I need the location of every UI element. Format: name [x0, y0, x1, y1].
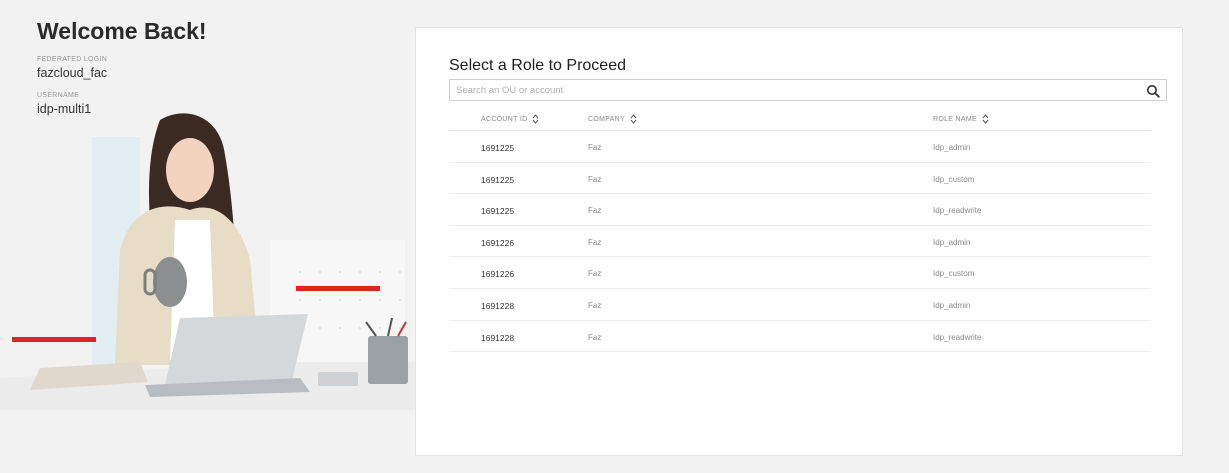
role-name-cell: Idp_admin — [933, 143, 971, 152]
account-id-cell: 1691226 — [481, 269, 515, 280]
account-id-cell: 1691228 — [481, 332, 515, 343]
face — [166, 138, 214, 202]
federated-login-label: FEDERATED LOGIN — [37, 56, 108, 63]
federated-login-value: fazcloud_fac — [37, 66, 108, 80]
role-name-cell: Idp_readwrite — [933, 206, 982, 216]
company-cell: Faz — [588, 269, 602, 279]
left-panel: Welcome Back! FEDERATED LOGIN fazcloud_f… — [0, 0, 415, 473]
table-row[interactable]: 1691226 Faz Idp_admin — [449, 226, 1151, 258]
role-name-cell: Idp_admin — [933, 300, 971, 310]
table-row[interactable]: 1691228 Faz Idp_readwrite — [449, 321, 1151, 353]
header-role-name-label: ROLE NAME — [933, 115, 977, 123]
welcome-heading: Welcome Back! — [37, 18, 207, 44]
role-name-cell: Idp_custom — [933, 174, 975, 184]
table-header: ACCOUNT ID COMPANY ROLE NAME — [449, 105, 1151, 131]
account-id-cell: 1691225 — [481, 143, 515, 153]
laptop-screen — [165, 314, 308, 385]
company-cell: Faz — [588, 206, 602, 216]
table-row[interactable]: 1691225 Faz Idp_custom — [449, 163, 1151, 195]
username-label: USERNAME — [37, 92, 80, 99]
red-accent-line-1 — [296, 286, 380, 291]
card-title: Select a Role to Proceed — [449, 57, 626, 74]
account-id-cell: 1691225 — [481, 174, 515, 185]
sort-icon — [982, 114, 989, 124]
company-cell: Faz — [588, 174, 602, 184]
company-cell: Faz — [588, 300, 602, 310]
search-icon[interactable] — [1146, 84, 1160, 98]
header-account-id[interactable]: ACCOUNT ID — [481, 114, 539, 124]
table-row[interactable]: 1691225 Faz Idp_admin — [449, 131, 1151, 163]
search-input[interactable] — [456, 82, 1136, 99]
role-name-cell: Idp_custom — [933, 269, 975, 279]
hero-illustration — [0, 113, 415, 410]
roles-table: ACCOUNT ID COMPANY ROLE NAME 1691225 Faz… — [449, 105, 1151, 353]
company-cell: Faz — [588, 143, 602, 152]
table-row[interactable]: 1691228 Faz Idp_admin — [449, 289, 1151, 321]
role-name-cell: Idp_readwrite — [933, 332, 982, 342]
account-id-cell: 1691226 — [481, 237, 515, 248]
header-company[interactable]: COMPANY — [588, 114, 637, 124]
role-name-cell: Idp_admin — [933, 237, 971, 247]
table-row[interactable]: 1691226 Faz Idp_custom — [449, 257, 1151, 289]
sort-icon — [533, 114, 539, 124]
red-accent-line-2 — [12, 337, 96, 342]
role-selection-card: Select a Role to Proceed ACCOUNT ID COMP… — [415, 27, 1183, 456]
header-account-id-label: ACCOUNT ID — [481, 115, 528, 123]
account-id-cell: 1691228 — [481, 300, 515, 311]
account-id-cell: 1691225 — [481, 206, 515, 217]
header-role-name[interactable]: ROLE NAME — [933, 114, 989, 124]
pencil-cup — [368, 336, 408, 384]
mug — [153, 257, 187, 307]
search-box — [449, 79, 1167, 101]
table-row[interactable]: 1691225 Faz Idp_readwrite — [449, 194, 1151, 226]
sort-icon — [630, 114, 637, 124]
company-cell: Faz — [588, 237, 602, 247]
phone — [318, 372, 358, 386]
header-company-label: COMPANY — [588, 115, 625, 123]
company-cell: Faz — [588, 332, 602, 342]
